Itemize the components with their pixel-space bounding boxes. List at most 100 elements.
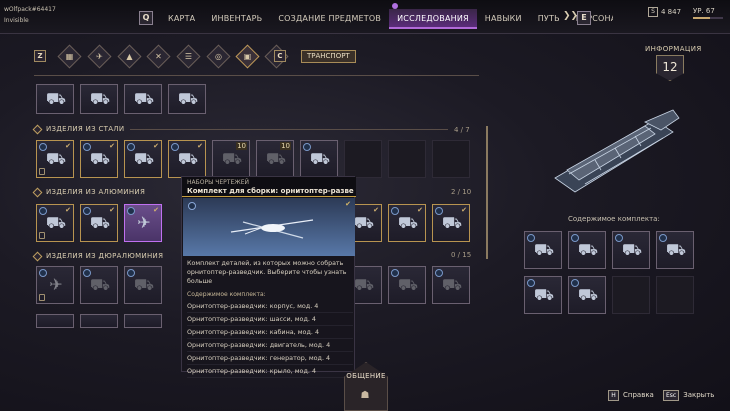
content-slot[interactable]: ⛟ (524, 231, 562, 269)
item-slot-selected[interactable]: ✔ ✈ (124, 204, 162, 242)
filter-prev-key[interactable]: Z (34, 50, 46, 62)
nav-prev-key[interactable]: Q (139, 11, 153, 25)
item-slot[interactable]: ⛟ (168, 84, 206, 114)
item-slot[interactable]: ✔ ⛟ (36, 204, 74, 242)
empty-slot (344, 140, 382, 178)
filter-next-key[interactable]: C (274, 50, 286, 62)
item-slot[interactable]: ✔ ⛟ (124, 140, 162, 178)
ornithopter-icon: ✈ (96, 52, 103, 61)
help-label: Справка (623, 391, 654, 399)
content-slot[interactable]: ⛟ (568, 276, 606, 314)
item-slot[interactable]: ⛟ (388, 266, 426, 304)
treadwheel-icon: ◎ (215, 52, 222, 61)
close-hint[interactable]: Esc Закрыть (663, 389, 714, 401)
player-status: Invisible (4, 17, 29, 24)
section-count: 0 / 15 (451, 251, 472, 259)
empty-slot (432, 140, 470, 178)
tooltip-title: Комплект для сборки: орнитоптер-разве (187, 187, 354, 195)
item-slot[interactable]: ⛟ (300, 140, 338, 178)
section-header-duralumin: ИЗДЕЛИЯ ИЗ ДЮРАЛЮМИНИЯ (32, 250, 164, 262)
player-name: wOlfpack#64417 (4, 6, 56, 13)
tooltip-contents-list: Орнитоптер-разведчик: корпус, мод. 4 Орн… (187, 300, 353, 378)
currency-display: S 4 847 (648, 7, 681, 17)
item-slot[interactable]: 10 ⛟ (212, 140, 250, 178)
tab-map[interactable]: КАРТА (160, 9, 203, 29)
tab-skills[interactable]: НАВЫКИ (477, 9, 530, 29)
item-slot[interactable] (36, 314, 74, 328)
item-slot[interactable]: ⛟ (432, 266, 470, 304)
tab-research[interactable]: ИССЛЕДОВАНИЯ (389, 9, 477, 29)
ornithopter-icon (230, 219, 314, 239)
scrollbar[interactable] (486, 126, 488, 259)
empty-slot (388, 140, 426, 178)
list-item: Орнитоптер-разведчик: шасси, мод. 4 (187, 313, 353, 326)
tooltip-preview: ✔ (183, 198, 355, 256)
empty-slot (612, 276, 650, 314)
item-slot[interactable]: ✔ ⛟ (80, 140, 118, 178)
buggy-icon: ✕ (155, 52, 162, 61)
list-item: Орнитоптер-разведчик: крыло, мод. 4 (187, 365, 353, 378)
tab-inventory[interactable]: ИНВЕНТАРЬ (203, 9, 270, 29)
sandbike-icon: ▲ (126, 52, 133, 61)
list-item: Орнитоптер-разведчик: корпус, мод. 4 (187, 300, 353, 313)
top-bar: wOlfpack#64417 Invisible Q КАРТА ИНВЕНТА… (0, 0, 730, 34)
section-title: ИЗДЕЛИЯ ИЗ ДЮРАЛЮМИНИЯ (46, 252, 164, 260)
tooltip-subtitle: НАБОРЫ ЧЕРТЕЖЕЙ (187, 179, 249, 186)
help-key: H (608, 389, 619, 401)
close-label: Закрыть (683, 391, 715, 399)
item-slot[interactable]: ✔ ⛟ (388, 204, 426, 242)
item-slot[interactable]: ✔ ⛟ (432, 204, 470, 242)
content-slot[interactable]: ⛟ (524, 276, 562, 314)
item-slot[interactable]: ⛟ (124, 84, 162, 114)
list-item: Орнитоптер-разведчик: кабина, мод. 4 (187, 326, 353, 339)
section-diamond-icon (32, 251, 43, 261)
item-slot[interactable]: ⛟ (80, 84, 118, 114)
item-slot[interactable]: ✈ (36, 266, 74, 304)
section-header-aluminium: ИЗДЕЛИЯ ИЗ АЛЮМИНИЯ (32, 186, 146, 198)
empty-slot (656, 276, 694, 314)
item-tooltip: НАБОРЫ ЧЕРТЕЖЕЙ Комплект для сборки: орн… (181, 176, 356, 378)
section-header-steel: ИЗДЕЛИЯ ИЗ СТАЛИ (32, 123, 125, 135)
content-slot[interactable]: ⛟ (612, 231, 650, 269)
level-progress-bar (693, 17, 723, 19)
checkmark-icon: ✔ (345, 200, 351, 208)
tracked-icon: ▣ (243, 52, 252, 61)
category-label: ТРАНСПОРТ (301, 50, 356, 63)
escape-key: Esc (663, 389, 680, 401)
section-count: 2 / 10 (451, 188, 472, 196)
social-tab-label: ОБЩЕНИЕ (346, 372, 386, 380)
content-slot[interactable]: ⛟ (656, 231, 694, 269)
category-filter-bar: Z ▦ ✈ ▲ ✕ ☰ ◎ ▣ ✦ C ТРАНСПОРТ (34, 44, 364, 69)
item-slot[interactable]: ⛟ (36, 84, 74, 114)
section-title: ИЗДЕЛИЯ ИЗ АЛЮМИНИЯ (46, 188, 146, 196)
content-slot[interactable]: ⛟ (568, 231, 606, 269)
double-chevron-right-icon[interactable]: ❯❯ (563, 11, 578, 21)
section-diamond-icon (32, 124, 43, 134)
grid-icon: ▦ (65, 52, 74, 61)
item-slot[interactable]: ⛟ (80, 266, 118, 304)
solari-icon: S (648, 7, 658, 17)
info-title: ИНФОРМАЦИЯ (645, 45, 702, 53)
nav-next-key[interactable]: E (577, 11, 591, 25)
section-count: 4 / 7 (454, 126, 470, 134)
tooltip-contents-label: Содержимое комплекта: (187, 291, 266, 298)
tab-crafting[interactable]: СОЗДАНИЕ ПРЕДМЕТОВ (270, 9, 389, 29)
item-slot[interactable]: ✔ ⛟ (36, 140, 74, 178)
currency-amount: 4 847 (661, 8, 682, 16)
divider (34, 75, 479, 76)
section-title: ИЗДЕЛИЯ ИЗ СТАЛИ (46, 125, 125, 133)
item-slot[interactable]: ⛟ (124, 266, 162, 304)
help-hint[interactable]: H Справка (608, 389, 654, 401)
item-slot[interactable]: 10 ⛟ (256, 140, 294, 178)
item-slot[interactable]: ✔ ⛟ (80, 204, 118, 242)
item-slot[interactable]: ✔ ⛟ (168, 140, 206, 178)
list-item: Орнитоптер-разведчик: генератор, мод. 4 (187, 352, 353, 365)
item-slot[interactable] (80, 314, 118, 328)
crawler-icon: ☰ (184, 52, 193, 61)
vehicle-preview-image (554, 109, 680, 193)
tooltip-header: НАБОРЫ ЧЕРТЕЖЕЙ Комплект для сборки: орн… (182, 177, 356, 197)
main-nav: КАРТА ИНВЕНТАРЬ СОЗДАНИЕ ПРЕДМЕТОВ ИССЛЕ… (160, 9, 613, 29)
item-slot[interactable] (124, 314, 162, 328)
section-diamond-icon (32, 187, 43, 197)
list-item: Орнитоптер-разведчик: двигатель, мод. 4 (187, 339, 353, 352)
